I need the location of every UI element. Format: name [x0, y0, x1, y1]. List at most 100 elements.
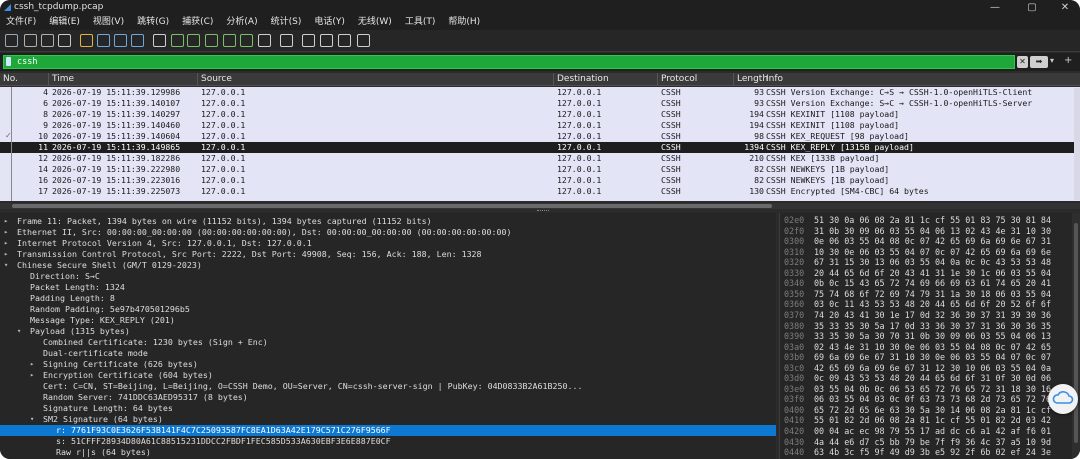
apply-filter-button[interactable]: ➡: [1030, 56, 1048, 68]
maximize-button[interactable]: ▢: [1022, 1, 1042, 14]
hex-bytes[interactable]: 00 04 ac ec 98 79 55 17 ad dc c6 a1 42 a…: [814, 426, 1051, 437]
hex-bytes[interactable]: 65 72 2d 65 6e 63 30 5a 30 14 06 08 2a 8…: [814, 405, 1051, 416]
collapsed-arrow-icon[interactable]: ▸: [4, 216, 12, 227]
hex-row[interactable]: 0310 10 30 0e 06 03 55 04 07 0c 07 42 65 …: [780, 247, 1080, 258]
hex-bytes[interactable]: 10 30 0e 06 03 55 04 07 0c 07 42 65 69 6…: [814, 247, 1051, 258]
column-separator[interactable]: [553, 73, 554, 86]
hex-row[interactable]: 0350 75 74 68 6f 72 69 74 79 31 1a 30 18 …: [780, 289, 1080, 300]
tree-item[interactable]: Random Padding: 5e97b470501296b5: [0, 304, 776, 315]
tree-item[interactable]: s: 51CFFF28934D80A61C88515231DDCC2FBDF1F…: [0, 436, 776, 447]
tree-item[interactable]: Message Type: KEX_REPLY (201): [0, 315, 776, 326]
tree-item[interactable]: Random Server: 741DDC63AED95317 (8 bytes…: [0, 392, 776, 403]
collapsed-arrow-icon[interactable]: ▸: [30, 370, 38, 381]
menu-analyze[interactable]: 分析(A): [226, 15, 257, 30]
packet-row[interactable]: 16 2026-07-19 15:11:39.223016 127.0.0.1 127…: [0, 175, 1080, 186]
tree-item[interactable]: Padding Length: 8: [0, 293, 776, 304]
column-protocol[interactable]: Protocol: [661, 74, 697, 84]
tree-item[interactable]: Combined Certificate: 1230 bytes (Sign +…: [0, 337, 776, 348]
hex-bytes[interactable]: 0e 06 03 55 04 08 0c 07 42 65 69 6a 69 6…: [814, 236, 1051, 247]
hex-row[interactable]: 0370 74 20 43 41 30 1e 17 0d 32 36 30 37 …: [780, 310, 1080, 321]
packet-row[interactable]: 14 2026-07-19 15:11:39.222980 127.0.0.1 127…: [0, 164, 1080, 175]
packet-row[interactable]: 9 2026-07-19 15:11:39.140460 127.0.0.1 127.…: [0, 120, 1080, 131]
hex-bytes[interactable]: 31 0b 30 09 06 03 55 04 06 13 02 43 4e 3…: [814, 226, 1051, 237]
filter-history-dropdown-icon[interactable]: ▾: [1050, 56, 1054, 65]
column-no[interactable]: No.: [3, 74, 18, 84]
hex-bytes[interactable]: 75 74 68 6f 72 69 74 79 31 1a 30 18 06 0…: [814, 289, 1051, 300]
forward-arrow-icon[interactable]: [187, 34, 200, 47]
hex-bytes[interactable]: 63 4b 3c f5 9f 49 d9 3b e5 92 2f 6b 02 e…: [814, 447, 1051, 458]
hex-bytes[interactable]: 42 65 69 6a 69 6e 67 31 12 30 10 06 03 5…: [814, 363, 1051, 374]
hex-bytes[interactable]: 0b 0c 15 43 65 72 74 69 66 69 63 61 74 6…: [814, 278, 1051, 289]
display-filter-input[interactable]: cssh: [3, 55, 1015, 69]
tree-item[interactable]: Signature Length: 64 bytes: [0, 403, 776, 414]
colorize-icon[interactable]: [280, 34, 293, 47]
hex-row[interactable]: 0360 03 0c 11 43 53 53 48 20 44 65 6d 6f …: [780, 299, 1080, 310]
last-packet-icon[interactable]: [240, 34, 253, 47]
hex-bytes[interactable]: 20 44 65 6d 6f 20 43 41 31 1e 30 1c 06 0…: [814, 268, 1051, 279]
tree-item[interactable]: ▾ Payload (1315 bytes): [0, 326, 776, 337]
hex-bytes[interactable]: 74 20 43 41 30 1e 17 0d 32 36 30 37 31 3…: [814, 310, 1051, 321]
collapsed-arrow-icon[interactable]: ▸: [30, 359, 38, 370]
hex-row[interactable]: 0380 35 33 35 30 5a 17 0d 33 36 30 37 31 …: [780, 321, 1080, 332]
hex-row[interactable]: 0390 33 35 30 5a 30 70 31 0b 30 09 06 03 …: [780, 331, 1080, 342]
hex-bytes[interactable]: 35 33 35 30 5a 17 0d 33 36 30 37 31 36 3…: [814, 321, 1051, 332]
reload-icon[interactable]: [131, 34, 144, 47]
splitter-grip[interactable]: [537, 210, 549, 212]
expanded-arrow-icon[interactable]: ▾: [4, 260, 12, 271]
floating-assistant-button[interactable]: [1048, 384, 1078, 414]
clear-filter-button[interactable]: ✕: [1017, 56, 1028, 68]
hex-row[interactable]: 02f0 31 0b 30 09 06 03 55 04 06 13 02 43 …: [780, 226, 1080, 237]
column-time[interactable]: Time: [52, 74, 74, 84]
hex-row[interactable]: 0420 00 04 ac ec 98 79 55 17 ad dc c6 a1 …: [780, 426, 1080, 437]
hex-row[interactable]: 03f0 06 03 55 04 03 0c 0f 63 73 73 68 2d …: [780, 394, 1080, 405]
tree-item[interactable]: Cert: C=CN, ST=Beijing, L=Beijing, O=CSS…: [0, 381, 776, 392]
menu-file[interactable]: 文件(F): [6, 15, 36, 30]
hex-bytes[interactable]: 69 6a 69 6e 67 31 10 30 0e 06 03 55 04 0…: [814, 352, 1051, 363]
tree-item[interactable]: ▸ Ethernet II, Src: 00:00:00_00:00:00 (00…: [0, 227, 776, 238]
column-separator[interactable]: [657, 73, 658, 86]
hex-row[interactable]: 0410 55 01 82 2d 06 08 2a 81 1c cf 55 01 …: [780, 415, 1080, 426]
packet-row[interactable]: 8 2026-07-19 15:11:39.140297 127.0.0.1 127.…: [0, 109, 1080, 120]
hex-row[interactable]: 0430 4a 44 e6 d7 c5 bb 79 be 7f f9 36 4c …: [780, 437, 1080, 448]
menu-wireless[interactable]: 无线(W): [358, 15, 392, 30]
menu-help[interactable]: 帮助(H): [448, 15, 480, 30]
expanded-arrow-icon[interactable]: ▾: [17, 326, 25, 337]
stop-icon[interactable]: [24, 34, 37, 47]
packet-list-scrollbar[interactable]: [1074, 88, 1080, 200]
tree-item[interactable]: Raw r||s (64 bytes): [0, 447, 776, 458]
expanded-arrow-icon[interactable]: ▾: [30, 414, 38, 425]
hex-bytes[interactable]: 33 35 30 5a 30 70 31 0b 30 09 06 03 55 0…: [814, 331, 1051, 342]
packet-row[interactable]: 6 2026-07-19 15:11:39.140107 127.0.0.1 127.…: [0, 98, 1080, 109]
hex-row[interactable]: 0340 0b 0c 15 43 65 72 74 69 66 69 63 61 …: [780, 278, 1080, 289]
column-separator[interactable]: [48, 73, 49, 86]
column-length[interactable]: Length: [737, 74, 767, 84]
filter-bookmark-icon[interactable]: [6, 57, 11, 66]
hex-row[interactable]: 0320 67 31 15 30 13 06 03 55 04 0a 0c 0c …: [780, 257, 1080, 268]
hex-bytes[interactable]: 55 01 82 2d 06 08 2a 81 1c cf 55 01 82 2…: [814, 415, 1051, 426]
packet-row[interactable]: 12 2026-07-19 15:11:39.182286 127.0.0.1 127…: [0, 153, 1080, 164]
tree-item[interactable]: ▸ Signing Certificate (626 bytes): [0, 359, 776, 370]
collapsed-arrow-icon[interactable]: ▸: [4, 249, 12, 260]
column-separator[interactable]: [197, 73, 198, 86]
tree-item[interactable]: ▸ Internet Protocol Version 4, Src: 127.0…: [0, 238, 776, 249]
hex-row[interactable]: 03d0 0c 09 43 53 53 48 20 44 65 6d 6f 31 …: [780, 373, 1080, 384]
menu-tools[interactable]: 工具(T): [405, 15, 436, 30]
packet-row[interactable]: 4 2026-07-19 15:11:39.129986 127.0.0.1 127.…: [0, 87, 1080, 98]
close-button[interactable]: ✕: [1055, 1, 1075, 14]
bytes-scrollbar[interactable]: [1072, 213, 1080, 459]
hex-bytes[interactable]: 67 31 15 30 13 06 03 55 04 0a 0c 0c 43 5…: [814, 257, 1051, 268]
packet-row[interactable]: 10 2026-07-19 15:11:39.140604 127.0.0.1 127…: [0, 131, 1080, 142]
hex-row[interactable]: 0400 65 72 2d 65 6e 63 30 5a 30 14 06 08 …: [780, 405, 1080, 416]
tree-item[interactable]: ▸ Encryption Certificate (604 bytes): [0, 370, 776, 381]
hex-row[interactable]: 0440 63 4b 3c f5 9f 49 d9 3b e5 92 2f 6b …: [780, 447, 1080, 458]
hex-row[interactable]: 03b0 69 6a 69 6e 67 31 10 30 0e 06 03 55 …: [780, 352, 1080, 363]
collapsed-arrow-icon[interactable]: ▸: [4, 238, 12, 249]
column-info[interactable]: Info: [766, 74, 783, 84]
resize-columns-icon[interactable]: [357, 34, 370, 47]
hex-row[interactable]: 03c0 42 65 69 6a 69 6e 67 31 12 30 10 06 …: [780, 363, 1080, 374]
horizontal-scrollbar-thumb[interactable]: [12, 204, 772, 208]
hex-bytes[interactable]: 03 55 04 0b 0c 06 53 65 72 76 65 72 31 1…: [814, 384, 1051, 395]
menu-view[interactable]: 视图(V): [93, 15, 124, 30]
collapsed-arrow-icon[interactable]: ▸: [4, 227, 12, 238]
menu-edit[interactable]: 编辑(E): [49, 15, 80, 30]
